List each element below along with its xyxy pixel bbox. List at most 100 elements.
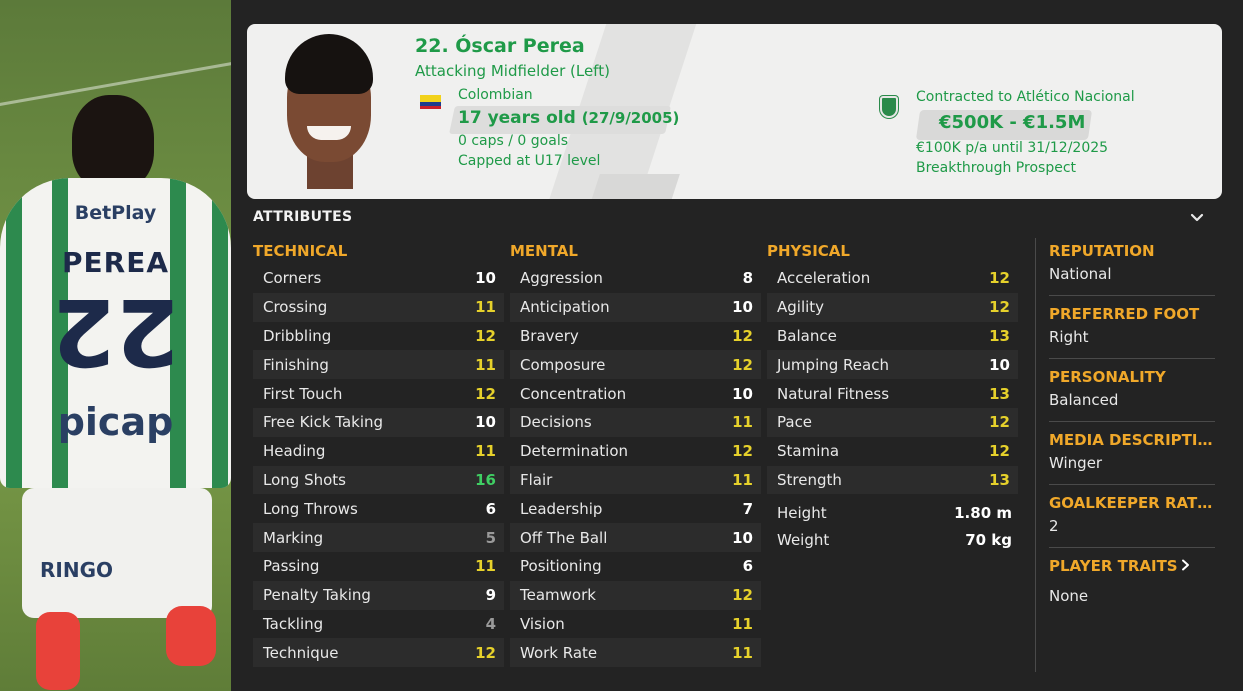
technical-attributes: TECHNICAL Corners 10 Crossing 11 Dribbling 12… xyxy=(253,240,504,668)
attribute-row[interactable]: Long Throws 6 xyxy=(253,494,504,523)
attribute-row[interactable]: Finishing 11 xyxy=(253,350,504,380)
info-divider xyxy=(1049,547,1215,548)
boot-right xyxy=(166,606,216,666)
club-badge-icon[interactable] xyxy=(880,96,898,118)
attribute-row[interactable]: Teamwork 12 xyxy=(510,580,761,610)
attribute-row[interactable]: Dribbling 12 xyxy=(253,322,504,351)
attribute-value: 11 xyxy=(475,355,496,374)
player-traits-block[interactable]: PLAYER TRAITS None xyxy=(1049,557,1215,605)
goalkeeper-rating-block: GOALKEEPER RATI... 2 xyxy=(1049,494,1215,535)
attribute-value: 11 xyxy=(732,413,753,432)
contract-club[interactable]: Contracted to Atlético Nacional xyxy=(916,89,1135,105)
attribute-row[interactable]: Heading 11 xyxy=(253,437,504,466)
attribute-row[interactable]: Tackling 4 xyxy=(253,610,504,639)
attribute-label: Technique xyxy=(263,643,339,662)
attribute-row[interactable]: Concentration 10 xyxy=(510,379,761,408)
attribute-value: 11 xyxy=(475,557,496,576)
attribute-value: 6 xyxy=(742,557,753,576)
attribute-label: Long Shots xyxy=(263,470,346,489)
attribute-row[interactable]: Flair 11 xyxy=(510,465,761,495)
attribute-row[interactable]: Pace 12 xyxy=(767,407,1018,437)
attribute-value: 10 xyxy=(732,528,753,547)
attribute-value: 12 xyxy=(989,413,1010,432)
player-portrait xyxy=(275,34,383,189)
attribute-label: Natural Fitness xyxy=(777,384,890,403)
attributes-title: ATTRIBUTES xyxy=(253,209,353,225)
attribute-label: Vision xyxy=(520,614,565,633)
physical-heading: PHYSICAL xyxy=(767,242,850,260)
date-of-birth: (27/9/2005) xyxy=(581,109,680,127)
goalkeeper-rating-label: GOALKEEPER RATI... xyxy=(1049,494,1215,512)
international-caps: 0 caps / 0 goals xyxy=(458,133,569,149)
attribute-row[interactable]: Stamina 12 xyxy=(767,437,1018,466)
attribute-row[interactable]: Bravery 12 xyxy=(510,322,761,351)
attribute-row[interactable]: Penalty Taking 9 xyxy=(253,580,504,610)
info-divider xyxy=(1049,358,1215,359)
height-label: Height xyxy=(777,504,827,522)
attribute-label: Tackling xyxy=(263,614,324,633)
transfer-value: €500K - €1.5M xyxy=(939,112,1086,133)
reputation-value: National xyxy=(1049,265,1112,283)
player-head xyxy=(72,95,154,190)
attribute-row[interactable]: Off The Ball 10 xyxy=(510,523,761,552)
player-traits-label: PLAYER TRAITS xyxy=(1049,557,1178,575)
attribute-value: 9 xyxy=(485,586,496,605)
attribute-label: Corners xyxy=(263,269,322,288)
attribute-row[interactable]: Anticipation 10 xyxy=(510,292,761,322)
reputation-label: REPUTATION xyxy=(1049,242,1155,260)
shirt-number: 22 xyxy=(51,278,180,385)
contract-wage: €100K p/a until 31/12/2025 xyxy=(916,140,1109,156)
attribute-row[interactable]: Agility 12 xyxy=(767,292,1018,322)
attribute-row[interactable]: Work Rate 11 xyxy=(510,638,761,668)
attribute-row[interactable]: Crossing 11 xyxy=(253,292,504,322)
attribute-label: Composure xyxy=(520,355,606,374)
attribute-label: Finishing xyxy=(263,355,329,374)
chevron-down-icon[interactable] xyxy=(1189,210,1205,226)
attribute-row[interactable]: Positioning 6 xyxy=(510,552,761,581)
attribute-label: Work Rate xyxy=(520,643,598,662)
attribute-value: 10 xyxy=(732,298,753,317)
attribute-row[interactable]: Leadership 7 xyxy=(510,494,761,523)
attribute-row[interactable]: Acceleration 12 xyxy=(767,264,1018,293)
attribute-label: Heading xyxy=(263,442,326,461)
attribute-value: 12 xyxy=(732,586,753,605)
attribute-row[interactable]: Strength 13 xyxy=(767,465,1018,495)
attribute-row[interactable]: Aggression 8 xyxy=(510,264,761,293)
attribute-value: 7 xyxy=(742,499,753,518)
attribute-value: 10 xyxy=(732,384,753,403)
attribute-row[interactable]: Long Shots 16 xyxy=(253,465,504,495)
attribute-row[interactable]: Decisions 11 xyxy=(510,407,761,437)
attribute-label: Flair xyxy=(520,470,553,489)
attribute-row[interactable]: Free Kick Taking 10 xyxy=(253,407,504,437)
player-profile-screen: BetPlay PEREA 22 picap RINGO 22. Óscar P… xyxy=(0,0,1243,691)
attribute-row[interactable]: Natural Fitness 13 xyxy=(767,379,1018,408)
attribute-row[interactable]: First Touch 12 xyxy=(253,379,504,408)
personality-block: PERSONALITY Balanced xyxy=(1049,368,1215,409)
player-name[interactable]: 22. Óscar Perea xyxy=(415,35,585,57)
attribute-value: 12 xyxy=(989,298,1010,317)
attribute-value: 12 xyxy=(989,269,1010,288)
player-nationality[interactable]: Colombian xyxy=(458,87,533,103)
attribute-row[interactable]: Determination 12 xyxy=(510,437,761,466)
player-status: Breakthrough Prospect xyxy=(916,160,1077,176)
age-text: 17 years old xyxy=(458,108,576,128)
attribute-row[interactable]: Jumping Reach 10 xyxy=(767,350,1018,380)
attribute-row[interactable]: Technique 12 xyxy=(253,638,504,668)
attribute-row[interactable]: Balance 13 xyxy=(767,322,1018,351)
attribute-label: Aggression xyxy=(520,269,603,288)
attribute-row[interactable]: Corners 10 xyxy=(253,264,504,293)
attribute-row[interactable]: Marking 5 xyxy=(253,523,504,552)
attribute-label: Bravery xyxy=(520,326,579,345)
attribute-value: 16 xyxy=(475,470,496,489)
attribute-label: Positioning xyxy=(520,557,602,576)
attribute-row[interactable]: Composure 12 xyxy=(510,350,761,380)
player-traits-link[interactable]: PLAYER TRAITS xyxy=(1049,557,1215,575)
info-divider xyxy=(1049,421,1215,422)
attribute-value: 12 xyxy=(475,326,496,345)
attribute-label: Balance xyxy=(777,326,837,345)
physical-attributes: PHYSICAL Acceleration 12 Agility 12 Balance 1… xyxy=(767,240,1018,495)
weight-value: 70 kg xyxy=(965,531,1012,549)
attribute-row[interactable]: Vision 11 xyxy=(510,610,761,639)
player-photo: BetPlay PEREA 22 picap RINGO xyxy=(0,0,231,691)
attribute-row[interactable]: Passing 11 xyxy=(253,552,504,581)
